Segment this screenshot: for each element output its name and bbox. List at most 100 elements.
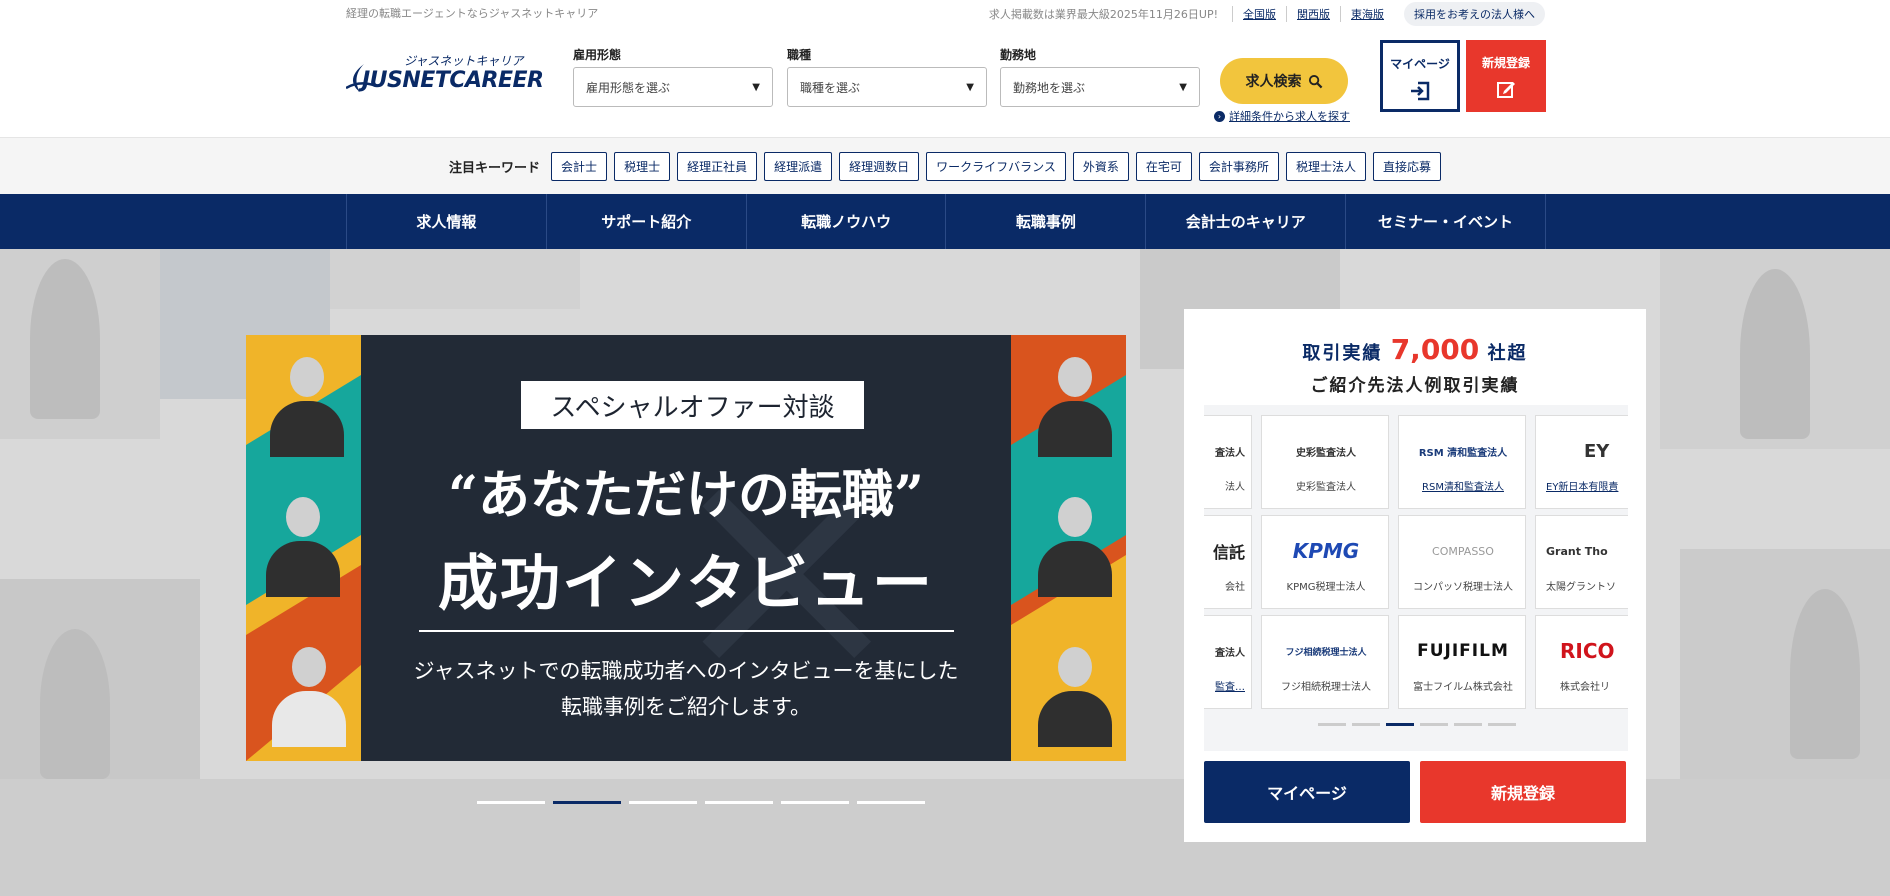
banner-dot[interactable]: [857, 801, 925, 804]
keyword-tag[interactable]: 経理正社員: [677, 151, 758, 181]
job-search-button[interactable]: 求人検索: [1220, 58, 1348, 104]
header-mypage-button[interactable]: マイページ: [1380, 40, 1460, 112]
client-cell[interactable]: 査法人 法人: [1204, 415, 1252, 509]
client-logo: EY: [1584, 440, 1610, 462]
client-logo: 信託: [1212, 543, 1245, 562]
interviewee-photo: [266, 635, 350, 747]
bg-person: [1740, 269, 1810, 439]
keyword-tag[interactable]: 会計士: [551, 151, 608, 181]
interviewee-photo: [260, 485, 344, 597]
client-logo: RICO: [1560, 639, 1615, 663]
listing-notice: 求人掲載数は業界最大級2025年11月26日UP!: [988, 8, 1218, 21]
nav-item-cpa-career[interactable]: 会計士のキャリア: [1145, 194, 1345, 249]
keyword-tag[interactable]: 在宅可: [1135, 151, 1192, 181]
client-name: 富士フイルム株式会社: [1413, 682, 1513, 693]
keyword-tag[interactable]: 直接応募: [1372, 151, 1441, 181]
top-info-bar: 経理の転職エージェントならジャスネットキャリア 求人掲載数は業界最大級2025年…: [0, 0, 1890, 26]
client-logo: 史彩監査法人: [1296, 447, 1356, 459]
client-name: 太陽グラントソ: [1546, 582, 1616, 593]
client-name: EY新日本有限責: [1546, 482, 1619, 493]
employment-select[interactable]: 雇用形態を選ぶ ▼: [573, 67, 773, 107]
job-select[interactable]: 職種を選ぶ ▼: [787, 67, 987, 107]
logo-english: JUSNETCAREER: [362, 68, 544, 93]
clients-title-prefix: 取引実績: [1302, 343, 1383, 364]
client-cell[interactable]: フジ相続税理士法人 フジ相続税理士法人: [1261, 615, 1389, 709]
nav-item-jobs[interactable]: 求人情報: [346, 194, 546, 249]
nav-item-knowhow[interactable]: 転職ノウハウ: [745, 194, 946, 249]
keyword-tag[interactable]: 税理士法人: [1285, 151, 1366, 181]
client-name: KPMG税理士法人: [1286, 582, 1366, 593]
client-name: 会社: [1225, 582, 1245, 593]
employment-field: 雇用形態 雇用形態を選ぶ ▼: [573, 46, 773, 107]
banner-dot[interactable]: [629, 801, 697, 804]
clients-title-suffix: 社超: [1487, 343, 1528, 364]
client-cell[interactable]: EY EY新日本有限責: [1535, 415, 1628, 509]
clients-count: 7,000: [1390, 333, 1480, 366]
banner-dot-active[interactable]: [553, 801, 621, 804]
job-field: 職種 職種を選ぶ ▼: [787, 46, 987, 107]
chevron-down-icon: ▼: [752, 81, 760, 93]
clients-card: 取引実績 7,000 社超 ご紹介先法人例取引実績 査法人 法人 史彩監査法人 …: [1184, 309, 1646, 842]
banner-subtext: ジャスネットでの転職成功者へのインタビューを基にした 転職事例をご紹介します。: [361, 653, 1011, 725]
client-cell[interactable]: RSM 清和監査法人 RSM清和監査法人: [1398, 415, 1526, 509]
interviewee-photo: [1032, 485, 1116, 597]
keyword-tag[interactable]: ワークライフバランス: [926, 151, 1066, 181]
client-logo: フジ相続税理士法人: [1285, 647, 1367, 658]
banner-headline-2: 成功インタビュー: [438, 549, 934, 619]
client-cell[interactable]: 史彩監査法人 史彩監査法人: [1261, 415, 1389, 509]
nav-item-cases[interactable]: 転職事例: [945, 194, 1145, 249]
region-link-tokai[interactable]: 東海版: [1340, 6, 1394, 22]
location-field: 勤務地 勤務地を選ぶ ▼: [1000, 46, 1200, 107]
keyword-label: 注目キーワード: [449, 160, 541, 176]
banner-dot[interactable]: [477, 801, 545, 804]
client-carousel-dot[interactable]: [1488, 723, 1516, 726]
region-link-kansai[interactable]: 関西版: [1286, 6, 1340, 22]
client-carousel-dot-active[interactable]: [1386, 723, 1414, 726]
client-carousel-dot[interactable]: [1352, 723, 1380, 726]
region-link-national[interactable]: 全国版: [1232, 6, 1286, 22]
card-mypage-button[interactable]: マイページ: [1204, 761, 1410, 823]
logo-japanese: ジャスネットキャリア: [404, 54, 524, 68]
nav-item-seminar[interactable]: セミナー・イベント: [1345, 194, 1546, 249]
keyword-tag[interactable]: 経理週数日: [839, 151, 920, 181]
site-logo[interactable]: ジャスネットキャリア JUSNETCAREER: [346, 52, 546, 102]
nav-item-support[interactable]: サポート紹介: [545, 194, 746, 249]
edit-icon: [1497, 82, 1515, 98]
location-select[interactable]: 勤務地を選ぶ ▼: [1000, 67, 1200, 107]
corporate-link[interactable]: 採用をお考えの法人様へ: [1404, 2, 1545, 26]
banner-dot[interactable]: [705, 801, 773, 804]
client-cell[interactable]: Grant Tho 太陽グラントソ: [1535, 515, 1628, 609]
client-cell[interactable]: FUJIFILM 富士フイルム株式会社: [1398, 615, 1526, 709]
bg-person: [1790, 589, 1860, 759]
keyword-tag[interactable]: 経理派遣: [764, 151, 833, 181]
client-cell[interactable]: COMPASSO コンパッソ税理士法人: [1398, 515, 1526, 609]
keyword-tag[interactable]: 会計事務所: [1198, 151, 1279, 181]
client-cell[interactable]: RICO 株式会社リ: [1535, 615, 1628, 709]
detail-search-label: 詳細条件から求人を探す: [1229, 110, 1350, 123]
client-logo-carousel: 査法人 法人 史彩監査法人 史彩監査法人 RSM 清和監査法人 RSM清和監査法…: [1204, 405, 1628, 751]
client-cell[interactable]: KPMG KPMG税理士法人: [1261, 515, 1389, 609]
keyword-tag[interactable]: 税理士: [614, 151, 671, 181]
location-placeholder: 勤務地を選ぶ: [1013, 80, 1086, 95]
banner-divider: [419, 630, 954, 632]
card-register-button[interactable]: 新規登録: [1420, 761, 1626, 823]
bg-photo: [330, 249, 580, 309]
banner-pagination: [477, 801, 925, 804]
arrow-circle-icon: ›: [1214, 110, 1225, 122]
client-logo: COMPASSO: [1432, 544, 1494, 558]
client-cell[interactable]: 査法人 監査…: [1204, 615, 1252, 709]
hero-banner[interactable]: × スペシャルオファー対談 “あなただけの転職” 成功インタビュー ジャスネット…: [246, 335, 1126, 761]
bg-person: [40, 629, 110, 779]
detail-search-link[interactable]: › 詳細条件から求人を探す: [1214, 108, 1350, 124]
client-carousel-dot[interactable]: [1420, 723, 1448, 726]
header-register-button[interactable]: 新規登録: [1466, 40, 1546, 112]
keyword-tag[interactable]: 外資系: [1072, 151, 1129, 181]
banner-dot[interactable]: [781, 801, 849, 804]
site-tagline: 経理の転職エージェントならジャスネットキャリア: [346, 7, 599, 20]
client-carousel-dot[interactable]: [1318, 723, 1346, 726]
client-name: RSM清和監査法人: [1422, 482, 1504, 493]
client-carousel-dot[interactable]: [1454, 723, 1482, 726]
interviewee-photo: [1032, 345, 1116, 457]
banner-tag: スペシャルオファー対談: [521, 381, 864, 429]
client-cell[interactable]: 信託 会社: [1204, 515, 1252, 609]
